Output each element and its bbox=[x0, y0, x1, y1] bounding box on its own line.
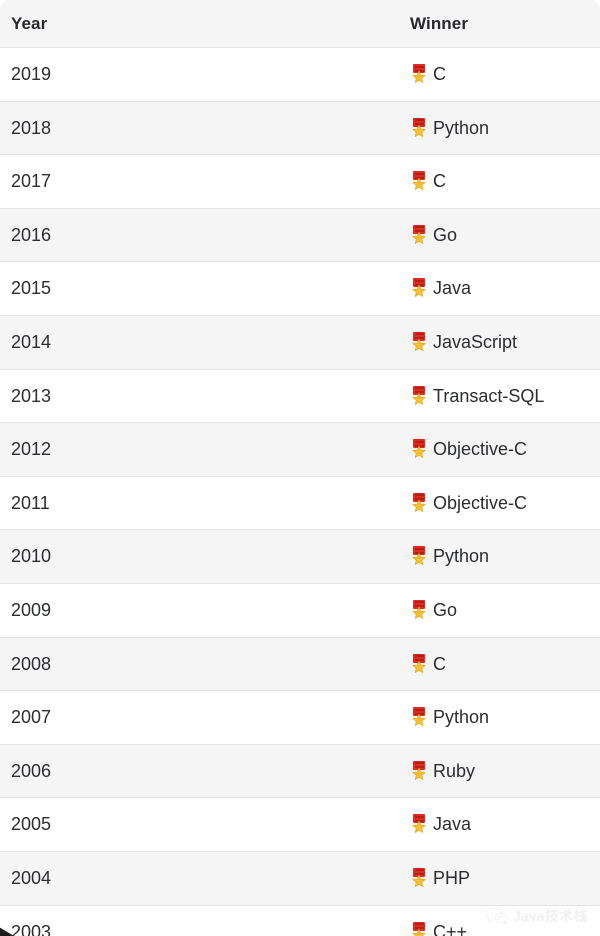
military-medal-icon bbox=[410, 117, 428, 138]
military-medal-icon bbox=[410, 385, 428, 406]
cell-winner: Python bbox=[390, 690, 600, 745]
winner-language-label: C bbox=[433, 64, 446, 84]
military-medal-icon bbox=[410, 546, 428, 566]
cell-year: 2005 bbox=[0, 797, 390, 852]
table-body: 2019 C 2018 Python 2017 C 2016 Go 2015 Java 2014 Ja… bbox=[0, 47, 600, 936]
cell-year: 2003 bbox=[0, 905, 390, 936]
military-medal-icon bbox=[410, 278, 428, 298]
table-row[interactable]: 2014 JavaScript bbox=[0, 315, 600, 370]
winner-language-label: Python bbox=[433, 117, 490, 138]
table-row[interactable]: 2005 Java bbox=[0, 797, 600, 852]
winner-language-label: Objective-C bbox=[433, 492, 528, 513]
military-medal-icon bbox=[410, 707, 428, 727]
military-medal-icon bbox=[410, 439, 428, 459]
table-row[interactable]: 2008 C bbox=[0, 637, 600, 692]
cell-winner: Java bbox=[390, 261, 600, 316]
cell-year: 2009 bbox=[0, 583, 390, 638]
table-row[interactable]: 2010 Python bbox=[0, 529, 600, 584]
winner-language-label: Go bbox=[433, 599, 458, 620]
table-row[interactable]: 2018 Python bbox=[0, 101, 600, 156]
cell-year: 2019 bbox=[0, 47, 390, 102]
cell-winner: C bbox=[390, 637, 600, 692]
military-medal-icon bbox=[410, 492, 428, 513]
military-medal-icon bbox=[410, 653, 428, 674]
winner-language-label: PHP bbox=[433, 867, 471, 888]
winner-language-label: Python bbox=[433, 546, 490, 567]
cell-year: 2013 bbox=[0, 369, 390, 424]
winner-language-label: Java bbox=[433, 278, 472, 299]
winner-language-label: Ruby bbox=[433, 760, 476, 781]
cell-year: 2015 bbox=[0, 261, 390, 316]
cell-year: 2008 bbox=[0, 637, 390, 692]
winner-language-label: Go bbox=[433, 224, 458, 245]
cell-year: 2006 bbox=[0, 744, 390, 799]
winner-language-label: Objective-C bbox=[433, 439, 528, 460]
cell-year: 2004 bbox=[0, 851, 390, 906]
cell-winner: Objective-C bbox=[390, 476, 600, 531]
cell-year: 2011 bbox=[0, 476, 390, 531]
winner-language-label: JavaScript bbox=[433, 331, 518, 352]
military-medal-icon bbox=[410, 64, 428, 84]
table-row[interactable]: 2006 Ruby bbox=[0, 744, 600, 799]
table-row[interactable]: 2019 C bbox=[0, 47, 600, 102]
table-row[interactable]: 2017 C bbox=[0, 154, 600, 209]
winner-language-label: Java bbox=[433, 814, 472, 835]
cell-winner: C++ bbox=[390, 905, 600, 936]
table-row[interactable]: 2013 Transact-SQL bbox=[0, 369, 600, 424]
cell-year: 2012 bbox=[0, 422, 390, 477]
cell-winner: Go bbox=[390, 583, 600, 638]
military-medal-icon bbox=[410, 814, 428, 834]
cell-year: 2010 bbox=[0, 529, 390, 584]
column-header-year[interactable]: Year bbox=[0, 0, 390, 48]
military-medal-icon bbox=[410, 867, 428, 888]
cell-year: 2014 bbox=[0, 315, 390, 370]
table-row[interactable]: 2009 Go bbox=[0, 583, 600, 638]
cell-winner: JavaScript bbox=[390, 315, 600, 370]
military-medal-icon bbox=[410, 599, 428, 620]
cell-winner: Python bbox=[390, 101, 600, 156]
winner-language-label: C bbox=[433, 171, 446, 192]
cell-winner: Objective-C bbox=[390, 422, 600, 477]
military-medal-icon bbox=[410, 331, 428, 352]
table-row[interactable]: 2003 C++ bbox=[0, 905, 600, 936]
cell-winner: PHP bbox=[390, 851, 600, 906]
cell-winner: Java bbox=[390, 797, 600, 852]
table-row[interactable]: 2015 Java bbox=[0, 261, 600, 316]
military-medal-icon bbox=[410, 921, 428, 936]
winner-language-label: Transact-SQL bbox=[433, 385, 545, 406]
table-row[interactable]: 2007 Python bbox=[0, 690, 600, 745]
table-row[interactable]: 2016 Go bbox=[0, 208, 600, 263]
table-row[interactable]: 2011 Objective-C bbox=[0, 476, 600, 531]
table-row[interactable]: 2004 PHP bbox=[0, 851, 600, 906]
column-header-winner[interactable]: Winner bbox=[390, 0, 600, 48]
cell-winner: C bbox=[390, 154, 600, 209]
winners-table-container: Year Winner 2019 C 2018 Python 2017 C 2016 Go 20… bbox=[0, 0, 600, 936]
cell-winner: Python bbox=[390, 529, 600, 584]
cell-year: 2018 bbox=[0, 101, 390, 156]
military-medal-icon bbox=[410, 171, 428, 191]
cell-winner: Go bbox=[390, 208, 600, 263]
cell-winner: Transact-SQL bbox=[390, 369, 600, 424]
table-header-row: Year Winner bbox=[0, 0, 600, 48]
winner-language-label: Python bbox=[433, 707, 490, 728]
table-header: Year Winner bbox=[0, 0, 600, 48]
cell-winner: Ruby bbox=[390, 744, 600, 799]
cell-winner: C bbox=[390, 47, 600, 102]
language-of-the-year-table: Year Winner 2019 C 2018 Python 2017 C 2016 Go 20… bbox=[0, 0, 600, 936]
cell-year: 2007 bbox=[0, 690, 390, 745]
table-row[interactable]: 2012 Objective-C bbox=[0, 422, 600, 477]
military-medal-icon bbox=[410, 760, 428, 781]
winner-language-label: C++ bbox=[433, 921, 468, 936]
cell-year: 2017 bbox=[0, 154, 390, 209]
military-medal-icon bbox=[410, 224, 428, 245]
cell-year: 2016 bbox=[0, 208, 390, 263]
winner-language-label: C bbox=[433, 653, 446, 674]
